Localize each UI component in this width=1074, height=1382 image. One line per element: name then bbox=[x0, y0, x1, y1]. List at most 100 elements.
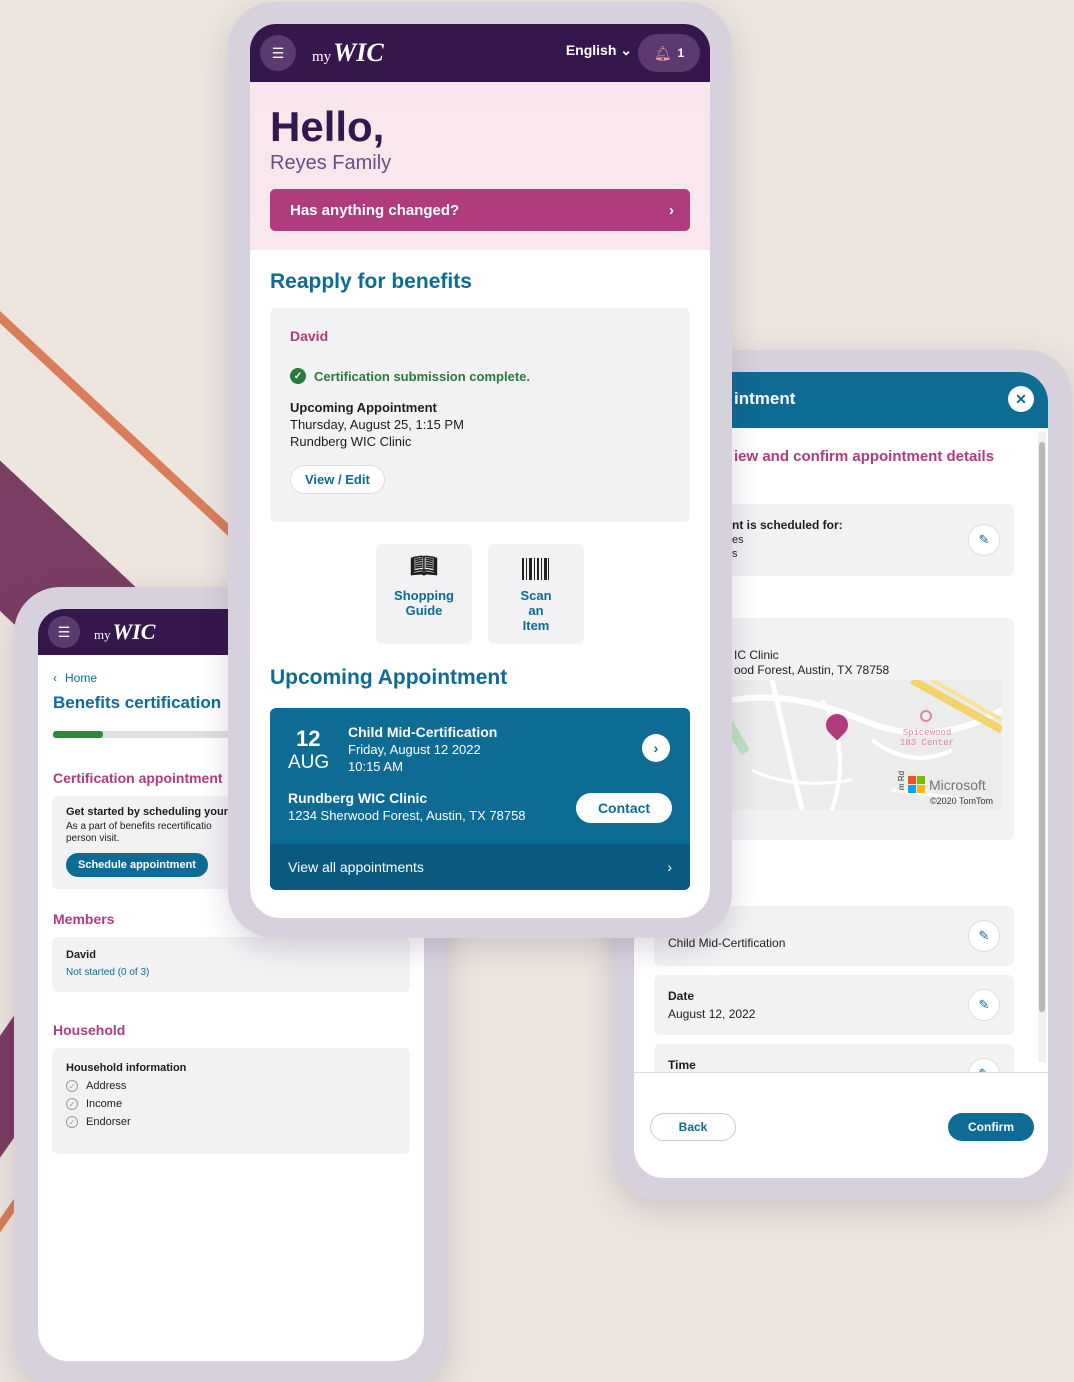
notifications-button[interactable]: 🔔︎ 1 bbox=[638, 34, 700, 72]
family-name: Reyes Family bbox=[270, 152, 392, 174]
section-title-household: Household bbox=[53, 1022, 126, 1038]
appointment-datetime: Thursday, August 25, 1:15 PM bbox=[290, 417, 464, 432]
location-map[interactable]: Spicewood 183 Center m Rd Microsoft ©202… bbox=[732, 680, 1002, 810]
check-circle-icon: ✓ bbox=[66, 1116, 78, 1128]
check-circle-icon: ✓ bbox=[290, 368, 306, 384]
book-icon: 📖︎ bbox=[410, 553, 438, 578]
date-label: Date bbox=[668, 989, 695, 1003]
member-name: David bbox=[290, 328, 329, 344]
appointment-day: 12 bbox=[296, 726, 321, 751]
greeting-title: Hello, bbox=[270, 103, 385, 150]
submission-status: ✓ Certification submission complete. bbox=[290, 368, 670, 384]
map-credit: ©2020 TomTom bbox=[930, 796, 993, 806]
scheduled-for-line: s bbox=[732, 548, 738, 560]
menu-button[interactable]: ☰ bbox=[48, 616, 80, 648]
map-poi-label: Spicewood 183 Center bbox=[900, 728, 954, 748]
notification-count: 1 bbox=[677, 46, 685, 60]
view-all-label: View all appointments bbox=[288, 859, 424, 875]
chevron-right-icon: › bbox=[667, 859, 672, 875]
barcode-icon bbox=[488, 558, 584, 586]
modal-title: intment bbox=[734, 389, 796, 408]
tile-label: Scan bbox=[520, 588, 552, 603]
tile-label: Shopping bbox=[394, 588, 454, 603]
button-label: Has anything changed? bbox=[290, 201, 460, 219]
location-address: ood Forest, Austin, TX 78758 bbox=[734, 663, 890, 677]
confirm-button[interactable]: Confirm bbox=[948, 1113, 1034, 1141]
status-text: Certification submission complete. bbox=[314, 368, 530, 384]
check-circle-icon: ✓ bbox=[66, 1098, 78, 1110]
scrollbar[interactable] bbox=[1038, 432, 1046, 1062]
tile-label: an bbox=[528, 603, 544, 618]
appointment-clinic: Rundberg WIC Clinic bbox=[290, 434, 412, 449]
close-icon: ✕ bbox=[1015, 390, 1027, 407]
section-title-reapply: Reapply for benefits bbox=[270, 270, 472, 293]
greeting-banner: Hello, Reyes Family Has anything changed… bbox=[250, 82, 710, 250]
bell-icon: 🔔︎ bbox=[653, 44, 672, 61]
schedule-appointment-button[interactable]: Schedule appointment bbox=[66, 853, 208, 877]
has-anything-changed-button[interactable]: Has anything changed? › bbox=[270, 189, 690, 231]
map-place: 183 Center bbox=[900, 738, 955, 748]
household-card: Household information ✓ Address ✓ Income ✓… bbox=[52, 1048, 410, 1154]
household-item-label: Address bbox=[86, 1080, 127, 1092]
back-button[interactable]: Back bbox=[650, 1113, 736, 1141]
date-card: Date August 12, 2022 ✎ bbox=[654, 975, 1014, 1035]
appointment-address: 1234 Sherwood Forest, Austin, TX 78758 bbox=[288, 808, 526, 823]
contact-button[interactable]: Contact bbox=[576, 793, 672, 823]
tile-label: Item bbox=[522, 618, 550, 633]
appointment-time: 10:15 AM bbox=[348, 759, 403, 774]
appointment-month: AUG bbox=[288, 752, 330, 773]
card-description: As a part of benefits recertificatio per… bbox=[66, 821, 212, 844]
check-circle-icon: ✓ bbox=[66, 1080, 78, 1092]
household-item-label: Income bbox=[86, 1098, 123, 1110]
hamburger-icon: ☰ bbox=[271, 44, 285, 61]
view-all-appointments-link[interactable]: View all appointments › bbox=[270, 844, 690, 890]
appointment-date: Friday, August 12 2022 bbox=[348, 742, 481, 757]
edit-date-button[interactable]: ✎ bbox=[968, 989, 1000, 1021]
microsoft-logo-icon bbox=[908, 776, 925, 793]
map-place: Spicewood bbox=[902, 728, 952, 738]
appointment-title: Child Mid-Certification bbox=[348, 724, 498, 740]
logo-my: my bbox=[312, 49, 332, 65]
appointment-details-button[interactable]: › bbox=[642, 734, 670, 762]
hamburger-icon: ☰ bbox=[57, 623, 71, 640]
language-selector[interactable]: English ⌄ bbox=[566, 42, 632, 59]
member-name: David bbox=[66, 949, 96, 961]
section-title-upcoming: Upcoming Appointment bbox=[270, 666, 508, 689]
language-label: English bbox=[565, 42, 617, 58]
scheduled-for-line: es bbox=[732, 534, 744, 546]
certification-status-card: David ✓ Certification submission complet… bbox=[270, 308, 690, 522]
close-button[interactable]: ✕ bbox=[1008, 386, 1034, 412]
scan-item-tile[interactable]: Scan an Item bbox=[488, 544, 584, 644]
edit-type-button[interactable]: ✎ bbox=[968, 920, 1000, 952]
home-screen: ☰ my WIC English ⌄ 🔔︎ 1 Hello, Reyes Fami… bbox=[250, 24, 710, 918]
appointment-card[interactable]: 12 AUG Child Mid-Certification Friday, A… bbox=[270, 708, 690, 890]
scrollbar-thumb[interactable] bbox=[1039, 442, 1045, 1012]
location-clinic: IC Clinic bbox=[734, 648, 779, 662]
member-status[interactable]: Not started (0 of 3) bbox=[66, 967, 396, 978]
menu-button[interactable]: ☰ bbox=[260, 35, 296, 71]
time-label: Time bbox=[668, 1058, 696, 1072]
appointment-clinic: Rundberg WIC Clinic bbox=[288, 790, 428, 806]
barcode-graphic bbox=[522, 558, 549, 580]
progress-fill bbox=[53, 731, 104, 738]
pencil-icon: ✎ bbox=[978, 532, 990, 547]
household-item-endorser: ✓ Endorser bbox=[66, 1116, 396, 1128]
shopping-guide-tile[interactable]: 📖︎ Shopping Guide bbox=[376, 544, 472, 644]
member-card[interactable]: David Not started (0 of 3) bbox=[52, 937, 410, 992]
phone-home: ☰ my WIC English ⌄ 🔔︎ 1 Hello, Reyes Fami… bbox=[228, 2, 732, 938]
map-brand: Microsoft bbox=[929, 776, 986, 793]
chevron-right-icon: › bbox=[653, 740, 659, 756]
mywic-logo: my WIC bbox=[94, 619, 155, 645]
household-info-title: Household information bbox=[66, 1062, 187, 1074]
quick-actions: 📖︎ Shopping Guide Scan an Item bbox=[376, 544, 710, 644]
chevron-right-icon: › bbox=[669, 201, 674, 219]
app-header: ☰ my WIC English ⌄ 🔔︎ 1 bbox=[250, 24, 710, 82]
appointment-type-value: Child Mid-Certification bbox=[668, 936, 786, 950]
upcoming-appointment-label: Upcoming Appointment bbox=[290, 400, 437, 415]
tile-label: Guide bbox=[405, 603, 443, 618]
view-edit-button[interactable]: View / Edit bbox=[290, 465, 385, 494]
breadcrumb-home[interactable]: Home bbox=[65, 671, 97, 685]
household-item-income: ✓ Income bbox=[66, 1098, 396, 1110]
date-value: August 12, 2022 bbox=[668, 1007, 756, 1021]
edit-members-button[interactable]: ✎ bbox=[968, 524, 1000, 556]
